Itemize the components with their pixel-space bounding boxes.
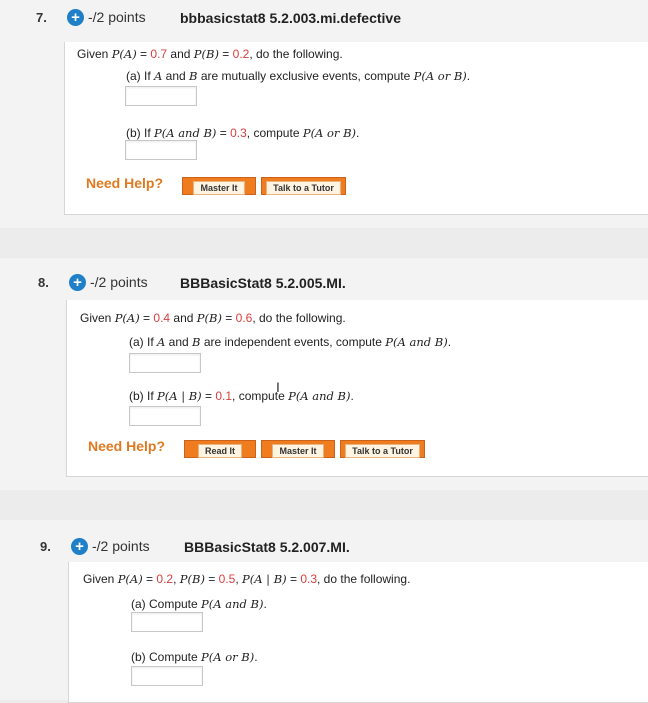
- plus-circle-icon[interactable]: +: [71, 538, 88, 555]
- part-a-answer-input[interactable]: [125, 86, 197, 106]
- given-statement: Given P(A) = 0.4 and P(B) = 0.6, do the …: [80, 311, 346, 325]
- question-number: 9.: [40, 539, 51, 554]
- need-help-label: Need Help?: [86, 175, 164, 191]
- talk-to-tutor-button[interactable]: Talk to a Tutor: [340, 440, 425, 458]
- master-it-button[interactable]: Master It: [261, 440, 335, 458]
- points-label: -/2 points: [88, 9, 146, 25]
- question-id: BBBasicStat8 5.2.005.MI.: [180, 275, 346, 291]
- question-id: bbbasicstat8 5.2.003.mi.defective: [180, 10, 401, 26]
- part-a-prompt: (a) Compute P(A and B).: [131, 597, 267, 611]
- part-a-prompt: (a) If A and B are mutually exclusive ev…: [126, 69, 471, 83]
- points-label: -/2 points: [90, 274, 148, 290]
- points-label: -/2 points: [92, 538, 150, 554]
- part-b-answer-input[interactable]: [125, 140, 197, 160]
- question-number: 8.: [38, 275, 49, 290]
- part-a-answer-input[interactable]: [129, 353, 201, 373]
- master-it-button[interactable]: Master It: [182, 177, 256, 195]
- part-b-answer-input[interactable]: [129, 406, 201, 426]
- part-b-prompt: (b) Compute P(A or B).: [131, 650, 258, 664]
- i-beam-cursor-icon: I: [276, 379, 280, 395]
- question-id: BBBasicStat8 5.2.007.MI.: [184, 539, 350, 555]
- need-help-label: Need Help?: [88, 438, 166, 454]
- given-statement: Given P(A) = 0.2, P(B) = 0.5, P(A | B) =…: [83, 572, 411, 586]
- part-b-answer-input[interactable]: [131, 666, 203, 686]
- given-statement: Given P(A) = 0.7 and P(B) = 0.2, do the …: [77, 47, 343, 61]
- talk-to-tutor-button[interactable]: Talk to a Tutor: [261, 177, 346, 195]
- plus-circle-icon[interactable]: +: [67, 9, 84, 26]
- plus-circle-icon[interactable]: +: [69, 274, 86, 291]
- part-a-answer-input[interactable]: [131, 612, 203, 632]
- part-b-prompt: (b) If P(A and B) = 0.3, compute P(A or …: [126, 126, 360, 140]
- read-it-button[interactable]: Read It: [184, 440, 256, 458]
- part-b-prompt: (b) If P(A | B) = 0.1, compute P(A and B…: [129, 389, 354, 403]
- part-a-prompt: (a) If A and B are independent events, c…: [129, 335, 452, 349]
- question-number: 7.: [36, 10, 47, 25]
